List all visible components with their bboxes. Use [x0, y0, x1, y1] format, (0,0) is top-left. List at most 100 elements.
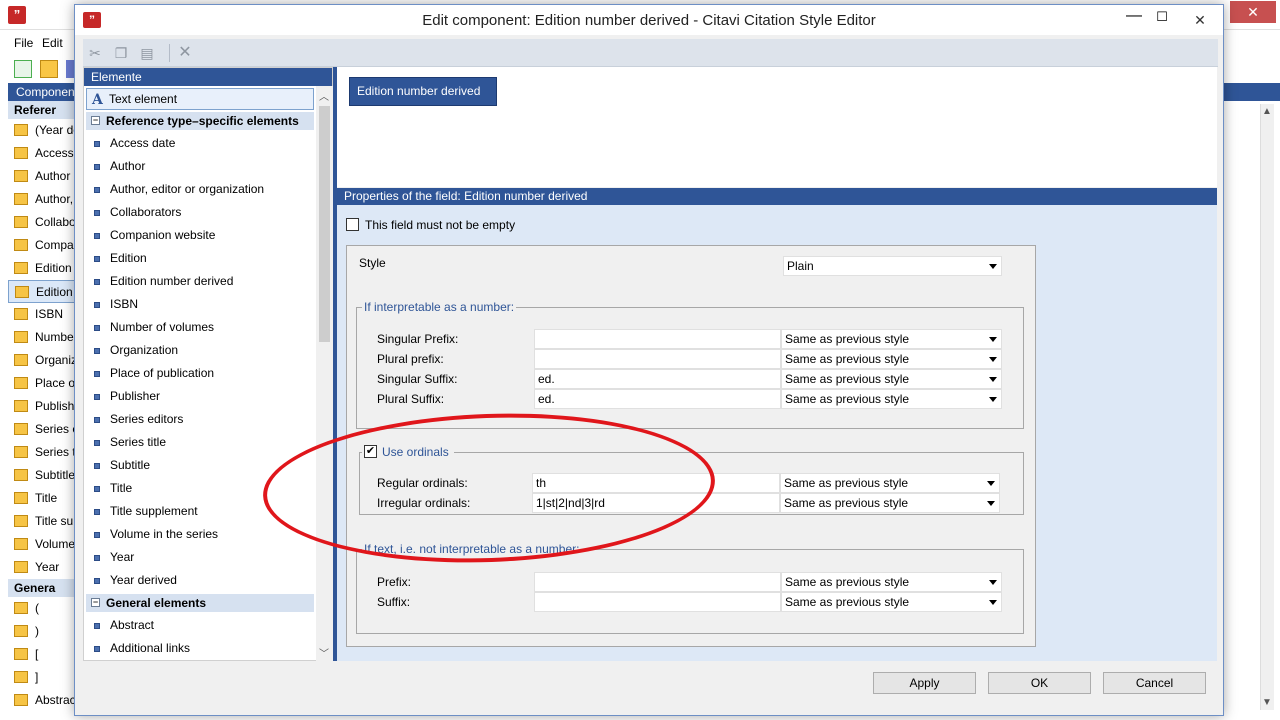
- element-list-item[interactable]: Organization: [84, 339, 316, 362]
- component-list-item[interactable]: ]: [8, 666, 76, 689]
- component-list-item[interactable]: Volume: [8, 533, 76, 556]
- field-text-input[interactable]: [534, 572, 781, 592]
- component-list-item[interactable]: Place of: [8, 372, 76, 395]
- scroll-up-icon[interactable]: ▲: [1262, 106, 1272, 117]
- element-list-item[interactable]: Edition number derived: [84, 270, 316, 293]
- element-list-item[interactable]: Companion website: [84, 224, 316, 247]
- element-list-item[interactable]: Series title: [84, 431, 316, 454]
- component-list-item[interactable]: Access: [8, 142, 76, 165]
- dialog-close-icon[interactable]: ✕: [1177, 9, 1223, 31]
- component-list-item[interactable]: Publish: [8, 395, 76, 418]
- component-list-item[interactable]: Title sup: [8, 510, 76, 533]
- field-text-input[interactable]: [534, 349, 781, 369]
- scroll-up-icon[interactable]: ︿: [319, 88, 329, 103]
- field-text-input[interactable]: th: [532, 473, 780, 493]
- group-general[interactable]: − General elements: [86, 594, 314, 612]
- element-list-item[interactable]: Abstract: [84, 614, 316, 637]
- field-text-input[interactable]: [534, 592, 781, 612]
- collapse-icon[interactable]: −: [91, 116, 100, 125]
- menu-edit[interactable]: Edit: [42, 36, 63, 50]
- use-ordinals-checkbox[interactable]: ✔: [364, 445, 377, 458]
- component-list-item[interactable]: Edition: [8, 257, 76, 280]
- component-list-item[interactable]: Compar: [8, 234, 76, 257]
- component-list-item[interactable]: Edition: [8, 280, 76, 303]
- component-list-item[interactable]: ISBN: [8, 303, 76, 326]
- text-element-item[interactable]: A Text element: [86, 88, 314, 110]
- copy-icon[interactable]: ❐: [113, 45, 129, 61]
- style-select[interactable]: Plain: [783, 256, 1002, 276]
- collapse-icon[interactable]: −: [91, 598, 100, 607]
- field-style-select[interactable]: Same as previous style: [781, 572, 1002, 592]
- preview-field-chip[interactable]: Edition number derived: [349, 77, 497, 106]
- element-list-item[interactable]: Volume in the series: [84, 523, 316, 546]
- field-style-select[interactable]: Same as previous style: [780, 473, 1000, 493]
- element-list-item[interactable]: Author, editor or organization: [84, 178, 316, 201]
- field-text-input[interactable]: ed.: [534, 369, 781, 389]
- component-list-item[interactable]: Collabo: [8, 211, 76, 234]
- element-list-item[interactable]: Year: [84, 546, 316, 569]
- component-list-item[interactable]: Series t: [8, 441, 76, 464]
- element-list-item[interactable]: Number of volumes: [84, 316, 316, 339]
- element-list-label: Title supplement: [110, 504, 198, 518]
- element-list-item[interactable]: Additional links: [84, 637, 316, 660]
- component-list-item[interactable]: Abstrac: [8, 689, 76, 712]
- must-not-be-empty-checkbox[interactable]: [346, 218, 359, 231]
- element-list-item[interactable]: Subtitle: [84, 454, 316, 477]
- scroll-thumb[interactable]: [319, 106, 330, 342]
- field-text-input[interactable]: 1|st|2|nd|3|rd: [532, 493, 780, 513]
- delete-icon[interactable]: ✕: [177, 45, 193, 61]
- component-list-item[interactable]: (Year de: [8, 119, 76, 142]
- dialog-minimize-icon[interactable]: —: [1119, 5, 1149, 29]
- element-list-item[interactable]: Edition: [84, 247, 316, 270]
- field-style-select[interactable]: Same as previous style: [781, 369, 1002, 389]
- component-cube-icon: [14, 561, 28, 573]
- components-group-general[interactable]: Genera: [8, 579, 76, 597]
- field-style-select[interactable]: Same as previous style: [780, 493, 1000, 513]
- cut-icon[interactable]: ✂: [87, 45, 103, 61]
- component-cube-icon: [14, 625, 28, 637]
- ok-button[interactable]: OK: [988, 672, 1091, 694]
- dialog-maximize-icon[interactable]: ☐: [1147, 7, 1177, 31]
- component-list-item[interactable]: Series e: [8, 418, 76, 441]
- element-list-item[interactable]: Access date: [84, 132, 316, 155]
- element-list-item[interactable]: Author: [84, 155, 316, 178]
- paste-icon[interactable]: ▤: [139, 45, 155, 61]
- component-list-item[interactable]: Organiz: [8, 349, 76, 372]
- field-text-input[interactable]: [534, 329, 781, 349]
- component-list-item[interactable]: [: [8, 643, 76, 666]
- element-list-item[interactable]: Place of publication: [84, 362, 316, 385]
- right-scrollbar[interactable]: ▲ ▼: [1260, 104, 1274, 710]
- components-group-reference[interactable]: Referer: [8, 101, 76, 119]
- field-style-select[interactable]: Same as previous style: [781, 349, 1002, 369]
- element-list-item[interactable]: Publisher: [84, 385, 316, 408]
- cancel-button[interactable]: Cancel: [1103, 672, 1206, 694]
- component-list-item[interactable]: Title: [8, 487, 76, 510]
- elements-scrollbar[interactable]: ︿ ﹀: [316, 86, 333, 662]
- component-list-item[interactable]: Year: [8, 556, 76, 579]
- save-icon[interactable]: [66, 60, 74, 78]
- group-reference-specific[interactable]: − Reference type–specific elements: [86, 112, 314, 130]
- open-folder-icon[interactable]: [40, 60, 58, 78]
- scroll-down-icon[interactable]: ﹀: [319, 645, 329, 660]
- new-icon[interactable]: [14, 60, 32, 78]
- scroll-down-icon[interactable]: ▼: [1262, 697, 1272, 708]
- element-list-item[interactable]: Title: [84, 477, 316, 500]
- component-list-item[interactable]: Subtitle: [8, 464, 76, 487]
- apply-button[interactable]: Apply: [873, 672, 976, 694]
- component-list-item[interactable]: Author: [8, 165, 76, 188]
- close-icon[interactable]: ✕: [1230, 1, 1276, 23]
- component-list-item[interactable]: Number: [8, 326, 76, 349]
- component-list-item[interactable]: (: [8, 597, 76, 620]
- element-list-item[interactable]: ISBN: [84, 293, 316, 316]
- element-list-item[interactable]: Series editors: [84, 408, 316, 431]
- component-list-item[interactable]: ): [8, 620, 76, 643]
- field-style-select[interactable]: Same as previous style: [781, 389, 1002, 409]
- field-style-select[interactable]: Same as previous style: [781, 329, 1002, 349]
- field-text-input[interactable]: ed.: [534, 389, 781, 409]
- menu-file[interactable]: File: [14, 36, 33, 50]
- element-list-item[interactable]: Year derived: [84, 569, 316, 592]
- element-list-item[interactable]: Collaborators: [84, 201, 316, 224]
- field-style-select[interactable]: Same as previous style: [781, 592, 1002, 612]
- element-list-item[interactable]: Title supplement: [84, 500, 316, 523]
- component-list-item[interactable]: Author,: [8, 188, 76, 211]
